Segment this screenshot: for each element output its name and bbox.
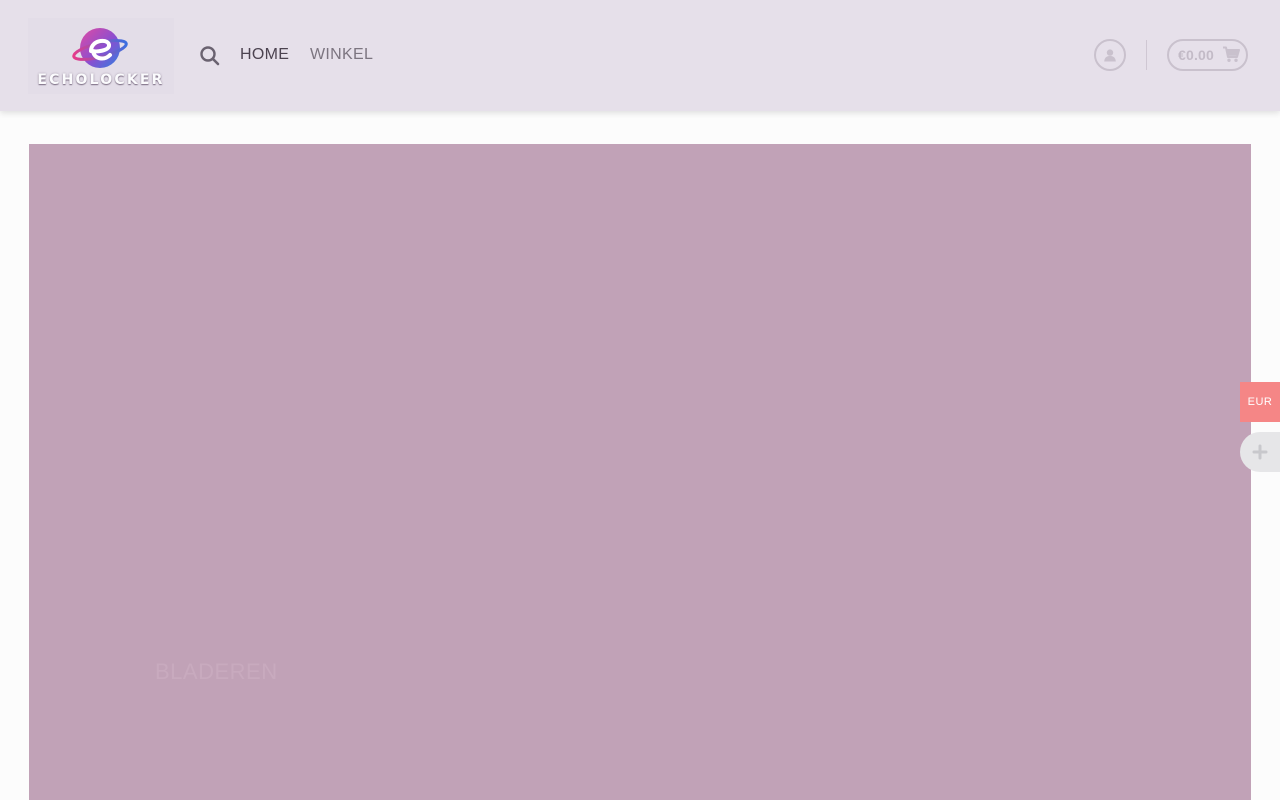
expand-widget-button[interactable] <box>1240 432 1280 472</box>
account-button[interactable] <box>1094 39 1126 71</box>
header-divider <box>1146 40 1147 70</box>
search-icon[interactable] <box>199 45 221 67</box>
hero-banner: BLADEREN <box>29 144 1251 800</box>
logo-text: ECHOLOCKER <box>37 72 165 88</box>
cart-button[interactable]: €0.00 <box>1167 39 1248 71</box>
nav-home[interactable]: HOME <box>240 46 289 64</box>
browse-link[interactable]: BLADEREN <box>155 659 278 685</box>
site-logo[interactable]: ECHOLOCKER <box>28 18 174 94</box>
currency-switcher[interactable]: EUR <box>1240 382 1280 422</box>
user-icon <box>1104 49 1116 62</box>
logo-mark-icon <box>72 28 128 68</box>
site-header: ECHOLOCKER HOME WINKEL €0.00 <box>0 0 1280 111</box>
cart-icon <box>1223 46 1240 62</box>
nav-shop[interactable]: WINKEL <box>310 46 373 64</box>
cart-total: €0.00 <box>1178 47 1215 63</box>
plus-icon <box>1252 444 1268 460</box>
